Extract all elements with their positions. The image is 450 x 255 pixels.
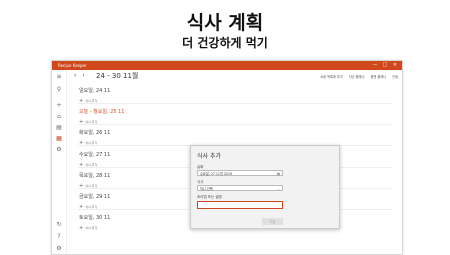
menu-icon[interactable]: ≡ bbox=[55, 73, 63, 81]
add-meal-link[interactable]: + 식사 추가 bbox=[79, 225, 110, 231]
meal-value: 끼니 선택 bbox=[200, 187, 213, 191]
book-icon[interactable]: ▤ bbox=[55, 124, 63, 132]
day-sunday: 일요일, 24 11 + 식사 추가 bbox=[79, 87, 110, 104]
day-label: 수요일, 27 11 bbox=[79, 152, 111, 158]
print-button[interactable]: 인쇄 bbox=[392, 74, 398, 79]
meal-select[interactable]: 끼니 선택 ⌄ bbox=[197, 185, 283, 191]
date-picker[interactable]: 수요일, 27 11월 2019 ▦ bbox=[197, 170, 283, 176]
day-wednesday: 수요일, 27 11 + 식사 추가 bbox=[79, 151, 110, 168]
add-meal-dialog: 식사 추가 날짜 수요일, 27 11월 2019 ▦ 식사 끼니 선택 ⌄ 조… bbox=[190, 145, 340, 229]
settings-icon[interactable]: ⚙ bbox=[55, 146, 63, 154]
save-button[interactable]: 저장 bbox=[262, 218, 283, 225]
add-icon[interactable]: + bbox=[55, 102, 63, 110]
minimize-button[interactable]: — bbox=[370, 61, 380, 70]
add-to-shopping-list-button[interactable]: 쇼핑 목록에 추가 bbox=[320, 74, 343, 79]
recipe-label: 조리법 또는 설명 bbox=[197, 195, 222, 199]
past-planner-button[interactable]: 지난 플래너 bbox=[349, 74, 365, 79]
hero-title: 식사 계획 bbox=[186, 12, 264, 34]
home-icon[interactable]: ⌂ bbox=[55, 113, 63, 121]
day-label: 화요일, 26 11 bbox=[79, 130, 111, 136]
recipe-input[interactable] bbox=[197, 201, 283, 209]
toolbar: ‹ › 24 - 30 11월 쇼핑 목록에 추가 지난 플래너 플랜 플래너 … bbox=[66, 70, 402, 83]
day-monday: 오늘 - 월요일, 25 11 + 식사 추가 bbox=[79, 108, 124, 125]
search-icon[interactable]: ⚲ bbox=[55, 86, 63, 94]
day-thursday: 목요일, 28 11 + 식사 추가 bbox=[79, 172, 110, 189]
day-label: 목요일, 28 11 bbox=[79, 173, 111, 179]
dialog-title: 식사 추가 bbox=[197, 153, 221, 160]
day-tuesday: 화요일, 26 11 + 식사 추가 bbox=[79, 129, 110, 146]
prev-week-icon[interactable]: ‹ bbox=[74, 72, 76, 79]
day-label: 일요일, 24 11 bbox=[79, 88, 111, 94]
hero-subtitle: 더 건강하게 먹기 bbox=[182, 36, 268, 50]
plus-icon: + bbox=[79, 225, 84, 231]
app-window: Recipe Keeper — □ ✕ ≡ ⚲ + ⌂ ▤ ▦ ⚙ ↻ ? ⚙ … bbox=[51, 60, 403, 255]
day-saturday: 토요일, 30 11 + 식사 추가 bbox=[79, 214, 110, 231]
calendar-icon: ▦ bbox=[276, 172, 280, 176]
close-button[interactable]: ✕ bbox=[390, 61, 400, 70]
calendar-icon[interactable]: ▦ bbox=[55, 135, 63, 143]
sidebar: ≡ ⚲ + ⌂ ▤ ▦ ⚙ ↻ ? ⚙ bbox=[52, 70, 67, 254]
planner-content: 일요일, 24 11 + 식사 추가 오늘 - 월요일, 25 11 + 식사 추가… bbox=[66, 83, 402, 254]
title-bar: Recipe Keeper — □ ✕ bbox=[52, 61, 402, 70]
divider bbox=[78, 103, 392, 104]
day-friday: 금요일, 29 11 + 식사 추가 bbox=[79, 193, 110, 210]
sync-icon[interactable]: ↻ bbox=[55, 221, 63, 229]
day-label-today: 오늘 - 월요일, 25 11 bbox=[79, 109, 125, 115]
gear-icon[interactable]: ⚙ bbox=[55, 245, 63, 253]
window-title: Recipe Keeper bbox=[58, 63, 87, 68]
week-range: 24 - 30 11월 bbox=[96, 72, 139, 80]
maximize-button[interactable]: □ bbox=[380, 61, 390, 70]
day-label: 토요일, 30 11 bbox=[79, 215, 111, 221]
chevron-down-icon: ⌄ bbox=[277, 187, 280, 191]
next-week-icon[interactable]: › bbox=[82, 72, 84, 79]
help-icon[interactable]: ? bbox=[55, 233, 63, 241]
divider bbox=[78, 124, 392, 125]
date-value: 수요일, 27 11월 2019 bbox=[200, 172, 233, 176]
day-label: 금요일, 29 11 bbox=[79, 194, 111, 200]
plan-planner-button[interactable]: 플랜 플래너 bbox=[370, 74, 386, 79]
